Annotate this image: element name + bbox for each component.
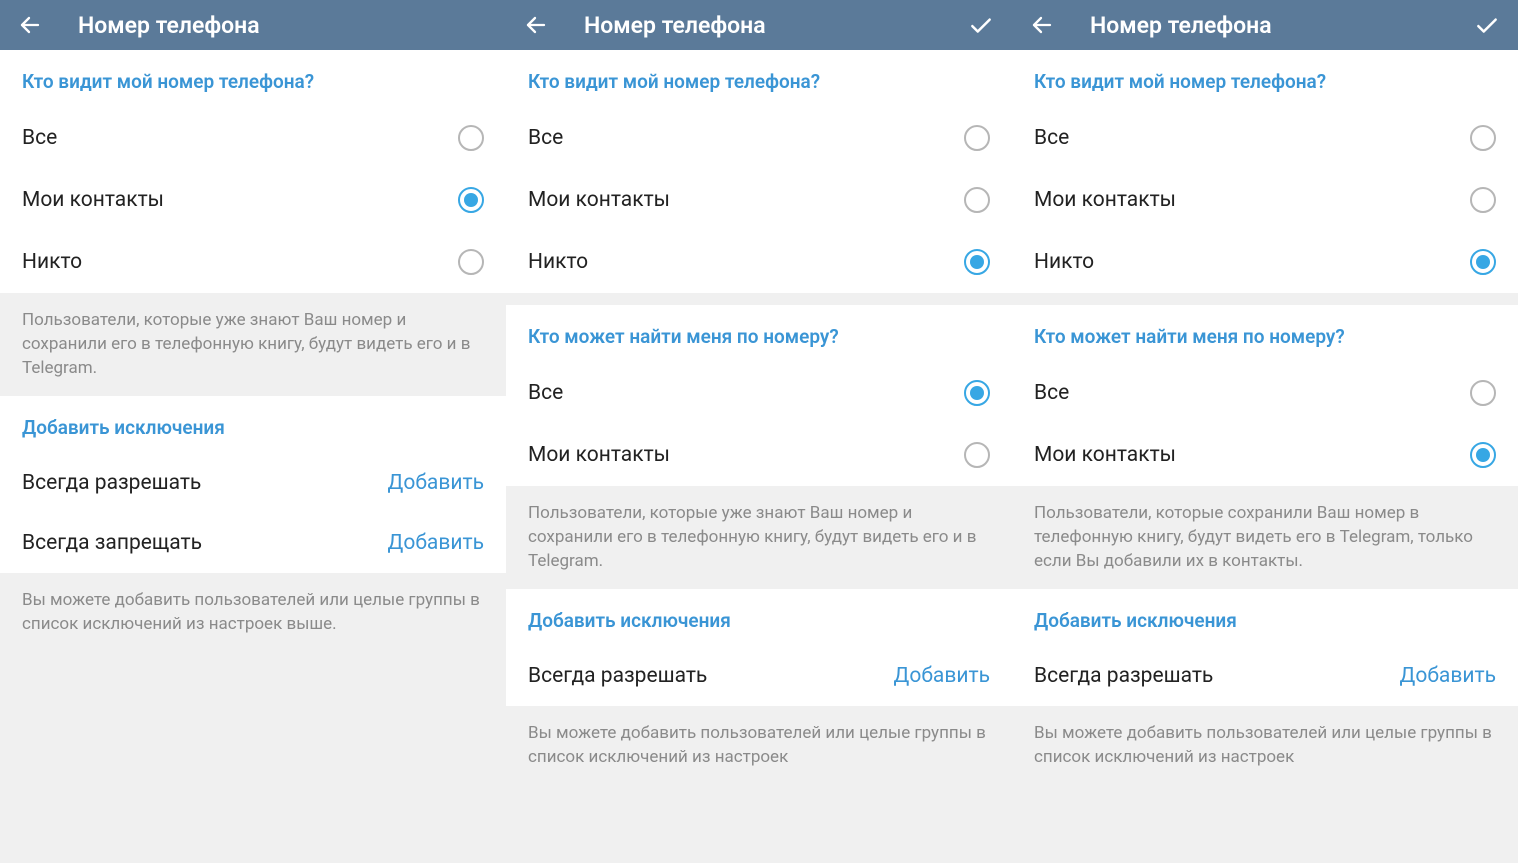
always-allow-row[interactable]: Всегда разрешать Добавить <box>0 453 506 513</box>
settings-panel-1: Номер телефона Кто видит мой номер телеф… <box>0 0 506 863</box>
info-text: Вы можете добавить пользователей или цел… <box>506 706 1012 863</box>
option-my-contacts[interactable]: Мои контакты <box>0 169 506 231</box>
radio-icon <box>964 442 990 468</box>
action-label: Всегда разрешать <box>1034 664 1213 688</box>
page-title: Номер телефона <box>78 12 260 39</box>
option-my-contacts[interactable]: Мои контакты <box>506 169 1012 231</box>
action-label: Всегда разрешать <box>22 471 201 495</box>
always-allow-row[interactable]: Всегда разрешать Добавить <box>1012 646 1518 706</box>
back-arrow-icon[interactable] <box>1030 13 1054 37</box>
header: Номер телефона <box>1012 0 1518 50</box>
check-icon[interactable] <box>1474 12 1500 38</box>
back-arrow-icon[interactable] <box>524 13 548 37</box>
option-label: Все <box>528 381 563 405</box>
add-link[interactable]: Добавить <box>1400 664 1496 688</box>
action-label: Всегда запрещать <box>22 531 202 555</box>
option-label: Все <box>528 126 563 150</box>
option-everyone[interactable]: Все <box>0 107 506 169</box>
option-label: Никто <box>1034 250 1094 274</box>
info-text: Пользователи, которые уже знают Ваш номе… <box>506 486 1012 589</box>
option-my-contacts[interactable]: Мои контакты <box>1012 169 1518 231</box>
radio-icon <box>458 125 484 151</box>
settings-panel-2: Номер телефона Кто видит мой номер телеф… <box>506 0 1012 863</box>
radio-icon <box>964 125 990 151</box>
section-header-exceptions: Добавить исключения <box>0 396 506 453</box>
always-allow-row[interactable]: Всегда разрешать Добавить <box>506 646 1012 706</box>
option-find-everyone[interactable]: Все <box>506 362 1012 424</box>
option-nobody[interactable]: Никто <box>506 231 1012 293</box>
info-text: Вы можете добавить пользователей или цел… <box>0 573 506 863</box>
option-find-contacts[interactable]: Мои контакты <box>506 424 1012 486</box>
section-header-visibility: Кто видит мой номер телефона? <box>506 50 1012 107</box>
radio-icon <box>1470 380 1496 406</box>
always-deny-row[interactable]: Всегда запрещать Добавить <box>0 513 506 573</box>
option-label: Мои контакты <box>528 188 670 212</box>
check-icon[interactable] <box>968 12 994 38</box>
radio-icon <box>1470 249 1496 275</box>
radio-icon <box>964 249 990 275</box>
option-find-everyone[interactable]: Все <box>1012 362 1518 424</box>
option-label: Все <box>1034 381 1069 405</box>
radio-icon <box>964 380 990 406</box>
add-link[interactable]: Добавить <box>388 471 484 495</box>
option-label: Все <box>22 126 57 150</box>
radio-icon <box>1470 187 1496 213</box>
option-label: Мои контакты <box>528 443 670 467</box>
settings-panel-3: Номер телефона Кто видит мой номер телеф… <box>1012 0 1518 863</box>
header: Номер телефона <box>0 0 506 50</box>
radio-icon <box>458 249 484 275</box>
section-header-visibility: Кто видит мой номер телефона? <box>1012 50 1518 107</box>
divider <box>506 293 1012 305</box>
divider <box>1012 293 1518 305</box>
page-title: Номер телефона <box>584 12 766 39</box>
section-header-exceptions: Добавить исключения <box>506 589 1012 646</box>
option-nobody[interactable]: Никто <box>1012 231 1518 293</box>
info-text: Пользователи, которые сохранили Ваш номе… <box>1012 486 1518 589</box>
section-header-exceptions: Добавить исключения <box>1012 589 1518 646</box>
add-link[interactable]: Добавить <box>894 664 990 688</box>
option-label: Никто <box>22 250 82 274</box>
radio-icon <box>458 187 484 213</box>
option-label: Мои контакты <box>1034 188 1176 212</box>
info-text: Вы можете добавить пользователей или цел… <box>1012 706 1518 863</box>
option-label: Все <box>1034 126 1069 150</box>
section-header-visibility: Кто видит мой номер телефона? <box>0 50 506 107</box>
section-header-find: Кто может найти меня по номеру? <box>1012 305 1518 362</box>
add-link[interactable]: Добавить <box>388 531 484 555</box>
action-label: Всегда разрешать <box>528 664 707 688</box>
option-everyone[interactable]: Все <box>506 107 1012 169</box>
option-nobody[interactable]: Никто <box>0 231 506 293</box>
header: Номер телефона <box>506 0 1012 50</box>
option-find-contacts[interactable]: Мои контакты <box>1012 424 1518 486</box>
radio-icon <box>1470 125 1496 151</box>
option-everyone[interactable]: Все <box>1012 107 1518 169</box>
option-label: Никто <box>528 250 588 274</box>
radio-icon <box>1470 442 1496 468</box>
back-arrow-icon[interactable] <box>18 13 42 37</box>
option-label: Мои контакты <box>22 188 164 212</box>
page-title: Номер телефона <box>1090 12 1272 39</box>
radio-icon <box>964 187 990 213</box>
section-header-find: Кто может найти меня по номеру? <box>506 305 1012 362</box>
info-text: Пользователи, которые уже знают Ваш номе… <box>0 293 506 396</box>
option-label: Мои контакты <box>1034 443 1176 467</box>
